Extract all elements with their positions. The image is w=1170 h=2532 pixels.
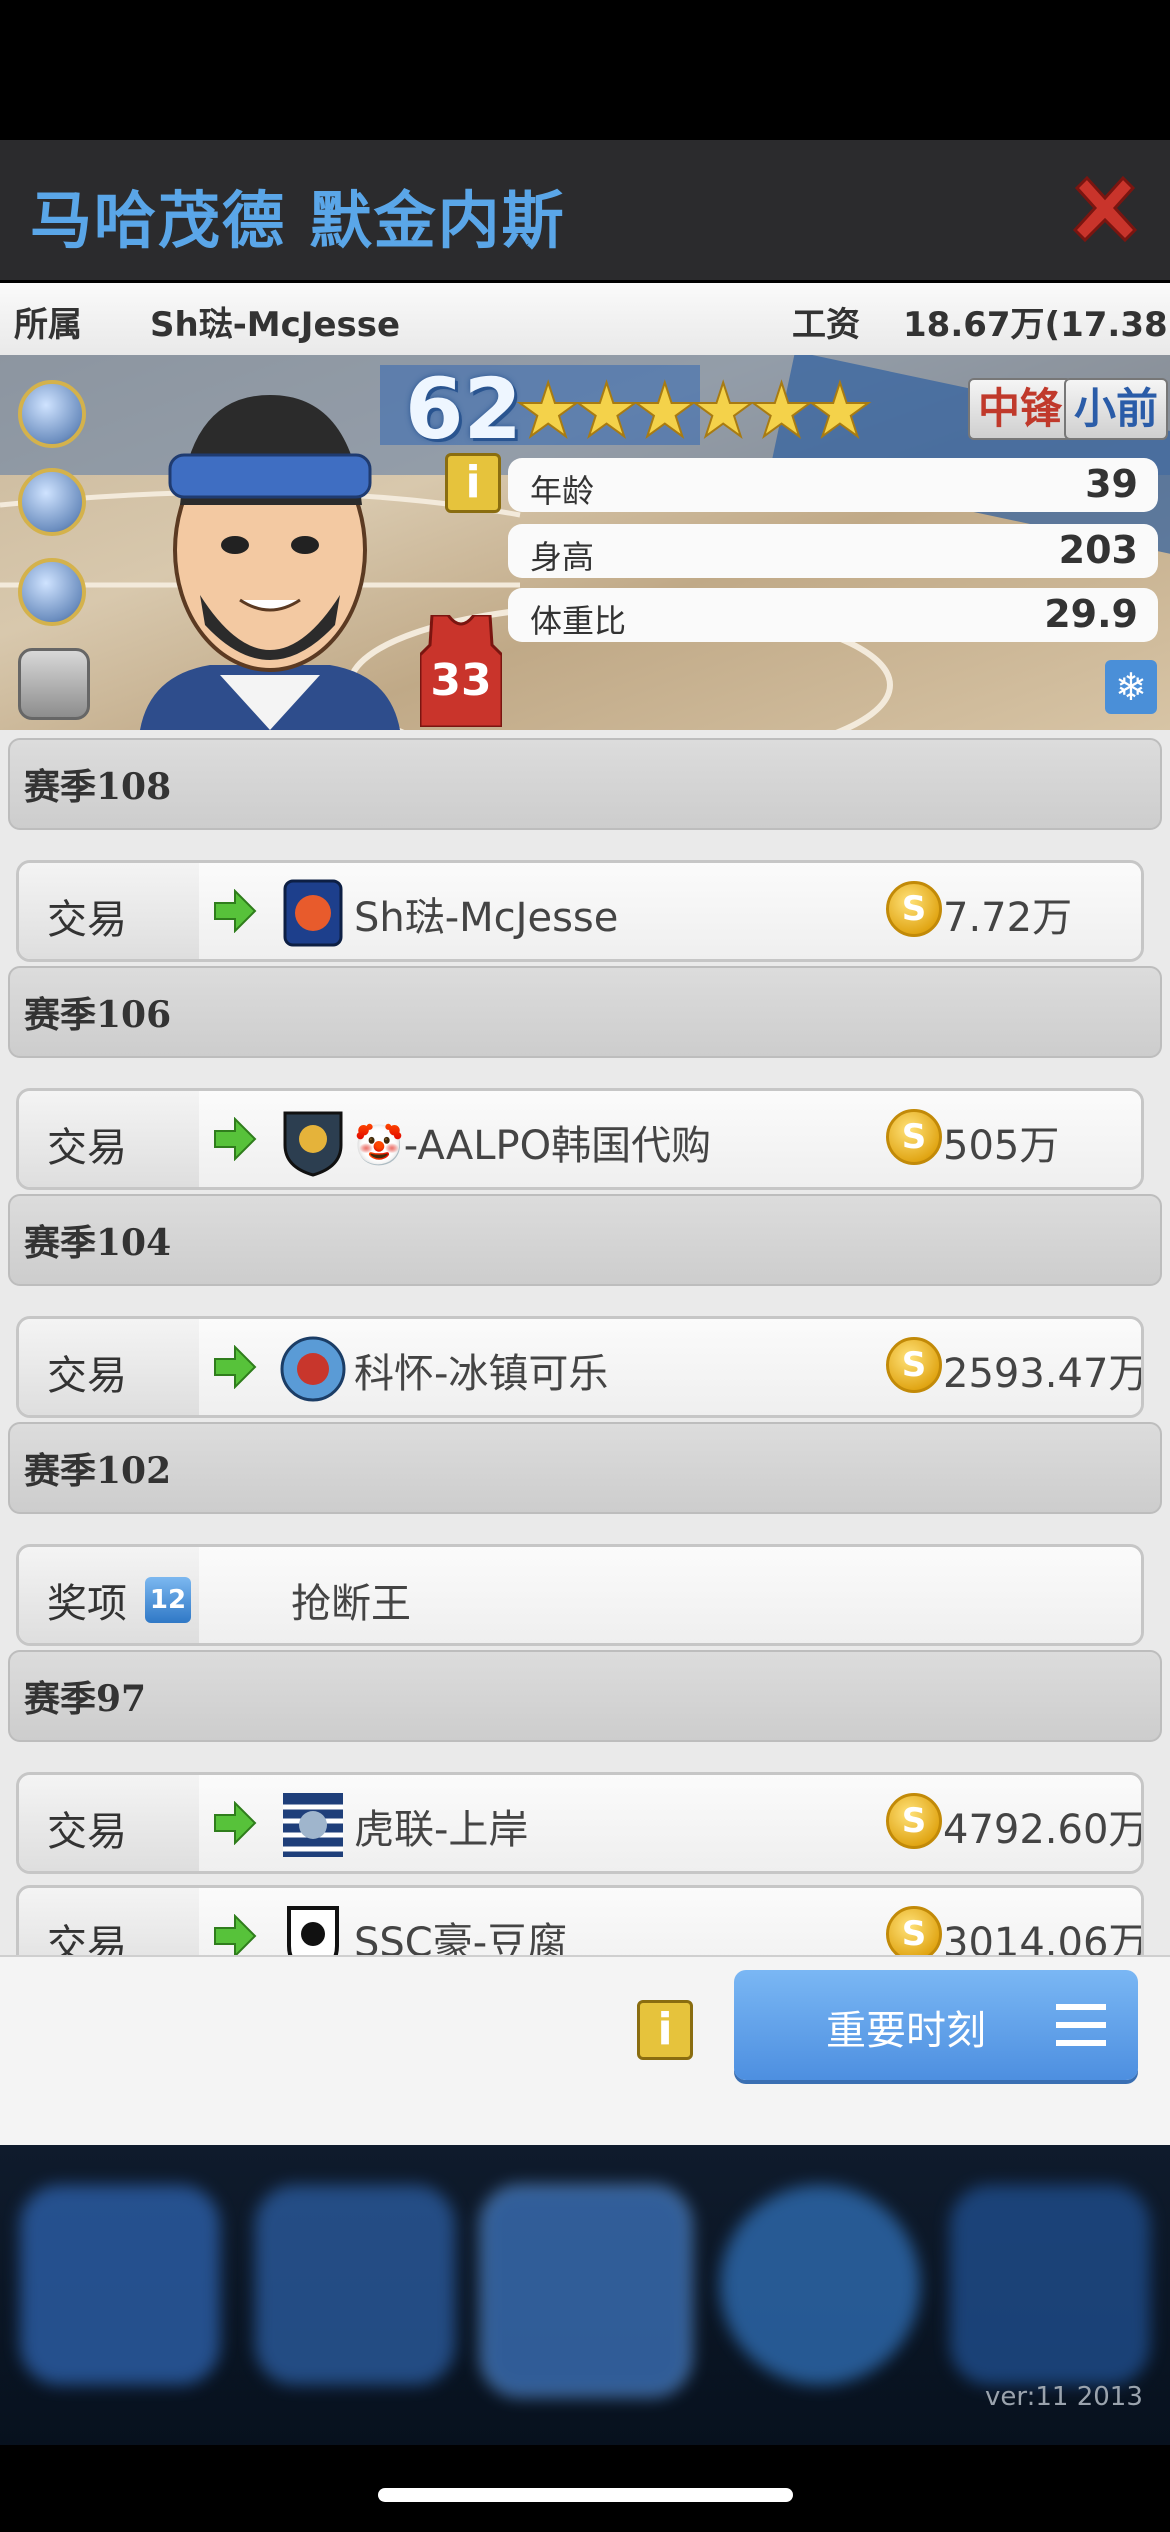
version-text: ver:11 2013 xyxy=(985,2382,1143,2412)
arrow-right-icon xyxy=(214,1914,257,1955)
team-name: SSC豪-豆腐 xyxy=(354,1920,568,1955)
season-header: 赛季104 xyxy=(8,1194,1162,1286)
trade-event-row[interactable]: 交易 🤡-AALPO韩国代购 S 505万 xyxy=(16,1088,1144,1190)
nav-blob xyxy=(255,2185,455,2385)
close-icon[interactable] xyxy=(1065,170,1145,250)
stat-label: 体重比 xyxy=(530,602,627,640)
team-name: Sh琺-McJesse xyxy=(354,895,619,941)
team-name: 🤡-AALPO韩国代购 xyxy=(354,1123,712,1169)
star-rating: ★★★★★★ xyxy=(514,367,874,455)
stat-value: 203 xyxy=(1058,528,1138,572)
trade-event-row[interactable]: 交易 Sh琺-McJesse S 7.72万 xyxy=(16,860,1144,962)
stat-label: 身高 xyxy=(530,538,595,576)
overall-rating: 62 xyxy=(405,360,522,458)
career-history-list[interactable]: 赛季108 交易 Sh琺-McJesse S 7.72万 赛季106 交易 🤡-… xyxy=(0,730,1170,1955)
arrow-right-icon xyxy=(214,1117,257,1161)
nav-blob xyxy=(720,2185,920,2385)
team-logo-icon xyxy=(283,1793,343,1857)
stat-row-weight-ratio: 体重比 29.9 xyxy=(508,588,1158,642)
team-name: 虎联-上岸 xyxy=(354,1807,529,1853)
info-icon[interactable]: i xyxy=(445,453,501,513)
info-icon[interactable]: i xyxy=(637,2000,693,2060)
snowflake-icon[interactable]: ❄ xyxy=(1105,660,1157,714)
stat-value: 39 xyxy=(1085,462,1138,506)
season-header: 赛季97 xyxy=(8,1650,1162,1742)
jersey-number: 33 xyxy=(430,655,492,706)
season-header: 赛季108 xyxy=(8,738,1162,830)
key-moments-button[interactable]: 重要时刻 xyxy=(734,1970,1138,2080)
event-type: 交易 xyxy=(47,1922,127,1955)
season-label: 赛季104 xyxy=(24,1222,172,1264)
arrow-right-icon xyxy=(214,889,257,933)
award-count-badge: 12 xyxy=(145,1577,191,1623)
stat-label: 年龄 xyxy=(530,472,595,510)
affiliation-value: Sh琺-McJesse xyxy=(150,305,401,345)
player-avatar xyxy=(140,395,400,730)
trade-event-row[interactable]: 交易 科怀-冰镇可乐 S 2593.47万 xyxy=(16,1316,1144,1418)
trade-amount: 3014.06万 xyxy=(943,1920,1144,1955)
coin-icon: S xyxy=(886,1337,942,1393)
nav-blob xyxy=(20,2185,220,2385)
home-indicator[interactable] xyxy=(378,2488,793,2502)
award-event-row[interactable]: 奖项 12 抢断王 xyxy=(16,1544,1144,1646)
team-logo-icon xyxy=(287,1906,339,1955)
team-logo-icon xyxy=(283,1111,343,1177)
position-tag: 中锋 xyxy=(968,378,1073,440)
skill-badge-icon[interactable] xyxy=(18,468,86,536)
trade-event-row[interactable]: 交易 虎联-上岸 S 4792.60万 xyxy=(16,1772,1144,1874)
salary-label: 工资 xyxy=(792,305,860,345)
season-label: 赛季108 xyxy=(24,766,172,808)
affiliation-label: 所属 xyxy=(14,305,82,345)
skill-badge-icon[interactable] xyxy=(18,558,86,626)
nav-blob xyxy=(950,2185,1150,2385)
lock-icon[interactable] xyxy=(18,648,90,720)
event-type: 奖项 xyxy=(47,1581,127,1627)
arrow-right-icon xyxy=(214,1801,257,1845)
season-label: 赛季97 xyxy=(24,1678,147,1720)
trade-amount: 4792.60万 xyxy=(943,1807,1144,1853)
event-type: 交易 xyxy=(47,1809,127,1855)
key-moments-label: 重要时刻 xyxy=(826,2008,986,2054)
star-icon: ★★★★★★ xyxy=(514,367,874,455)
menu-icon xyxy=(1056,2004,1106,2046)
coin-icon: S xyxy=(886,1109,942,1165)
team-logo-icon xyxy=(283,879,343,947)
season-label: 赛季106 xyxy=(24,994,172,1036)
skill-badge-icon[interactable] xyxy=(18,380,86,448)
season-header: 赛季106 xyxy=(8,966,1162,1058)
trade-amount: 2593.47万 xyxy=(943,1351,1144,1397)
season-header: 赛季102 xyxy=(8,1422,1162,1514)
event-type: 交易 xyxy=(47,1125,127,1171)
trade-event-row[interactable]: 交易 SSC豪-豆腐 S 3014.06万 xyxy=(16,1885,1144,1955)
stat-row-height: 身高 203 xyxy=(508,524,1158,578)
event-type: 交易 xyxy=(47,1353,127,1399)
coin-icon: S xyxy=(886,1906,942,1955)
season-label: 赛季102 xyxy=(24,1450,172,1492)
team-logo-icon xyxy=(280,1336,346,1402)
stat-value: 29.9 xyxy=(1044,592,1138,636)
stat-row-age: 年龄 39 xyxy=(508,458,1158,512)
nav-blob xyxy=(480,2185,692,2397)
player-name-title: 马哈茂德 默金内斯 xyxy=(30,184,566,257)
trade-amount: 7.72万 xyxy=(943,895,1073,941)
event-type: 交易 xyxy=(47,897,127,943)
arrow-right-icon xyxy=(214,1345,257,1389)
award-name: 抢断王 xyxy=(291,1581,411,1627)
coin-icon: S xyxy=(886,881,942,937)
position-tag: 小前 xyxy=(1064,378,1169,440)
trade-amount: 505万 xyxy=(943,1123,1060,1169)
team-name: 科怀-冰镇可乐 xyxy=(354,1351,609,1397)
jersey-icon: 33 xyxy=(418,613,504,729)
coin-icon: S xyxy=(886,1793,942,1849)
